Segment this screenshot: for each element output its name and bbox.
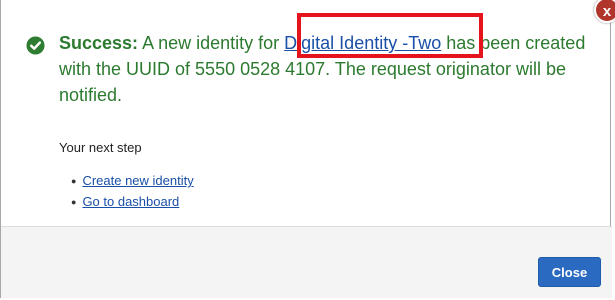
dialog-close-icon[interactable]: x bbox=[594, 0, 615, 23]
identity-name-link[interactable]: Digital Identity -Two bbox=[284, 33, 441, 53]
list-item: ● Go to dashboard bbox=[71, 193, 194, 211]
checkmark-circle-icon bbox=[26, 36, 45, 55]
success-text: Success: A new identity for Digital Iden… bbox=[59, 30, 587, 108]
success-label: Success: bbox=[59, 33, 139, 53]
next-step-list: ● Create new identity ● Go to dashboard bbox=[71, 172, 194, 214]
success-dialog: x Success: A new identity for Digital Id… bbox=[0, 0, 615, 298]
success-text-before-link: A new identity for bbox=[138, 33, 285, 53]
next-step-heading: Your next step bbox=[59, 140, 142, 155]
list-item: ● Create new identity bbox=[71, 172, 194, 190]
success-message: Success: A new identity for Digital Iden… bbox=[26, 30, 587, 108]
close-button[interactable]: Close bbox=[538, 257, 601, 287]
create-new-identity-link[interactable]: Create new identity bbox=[82, 173, 193, 188]
go-to-dashboard-link[interactable]: Go to dashboard bbox=[82, 194, 179, 209]
bullet-icon: ● bbox=[71, 197, 77, 208]
dialog-footer: Close bbox=[1, 226, 612, 298]
bullet-icon: ● bbox=[71, 176, 77, 187]
